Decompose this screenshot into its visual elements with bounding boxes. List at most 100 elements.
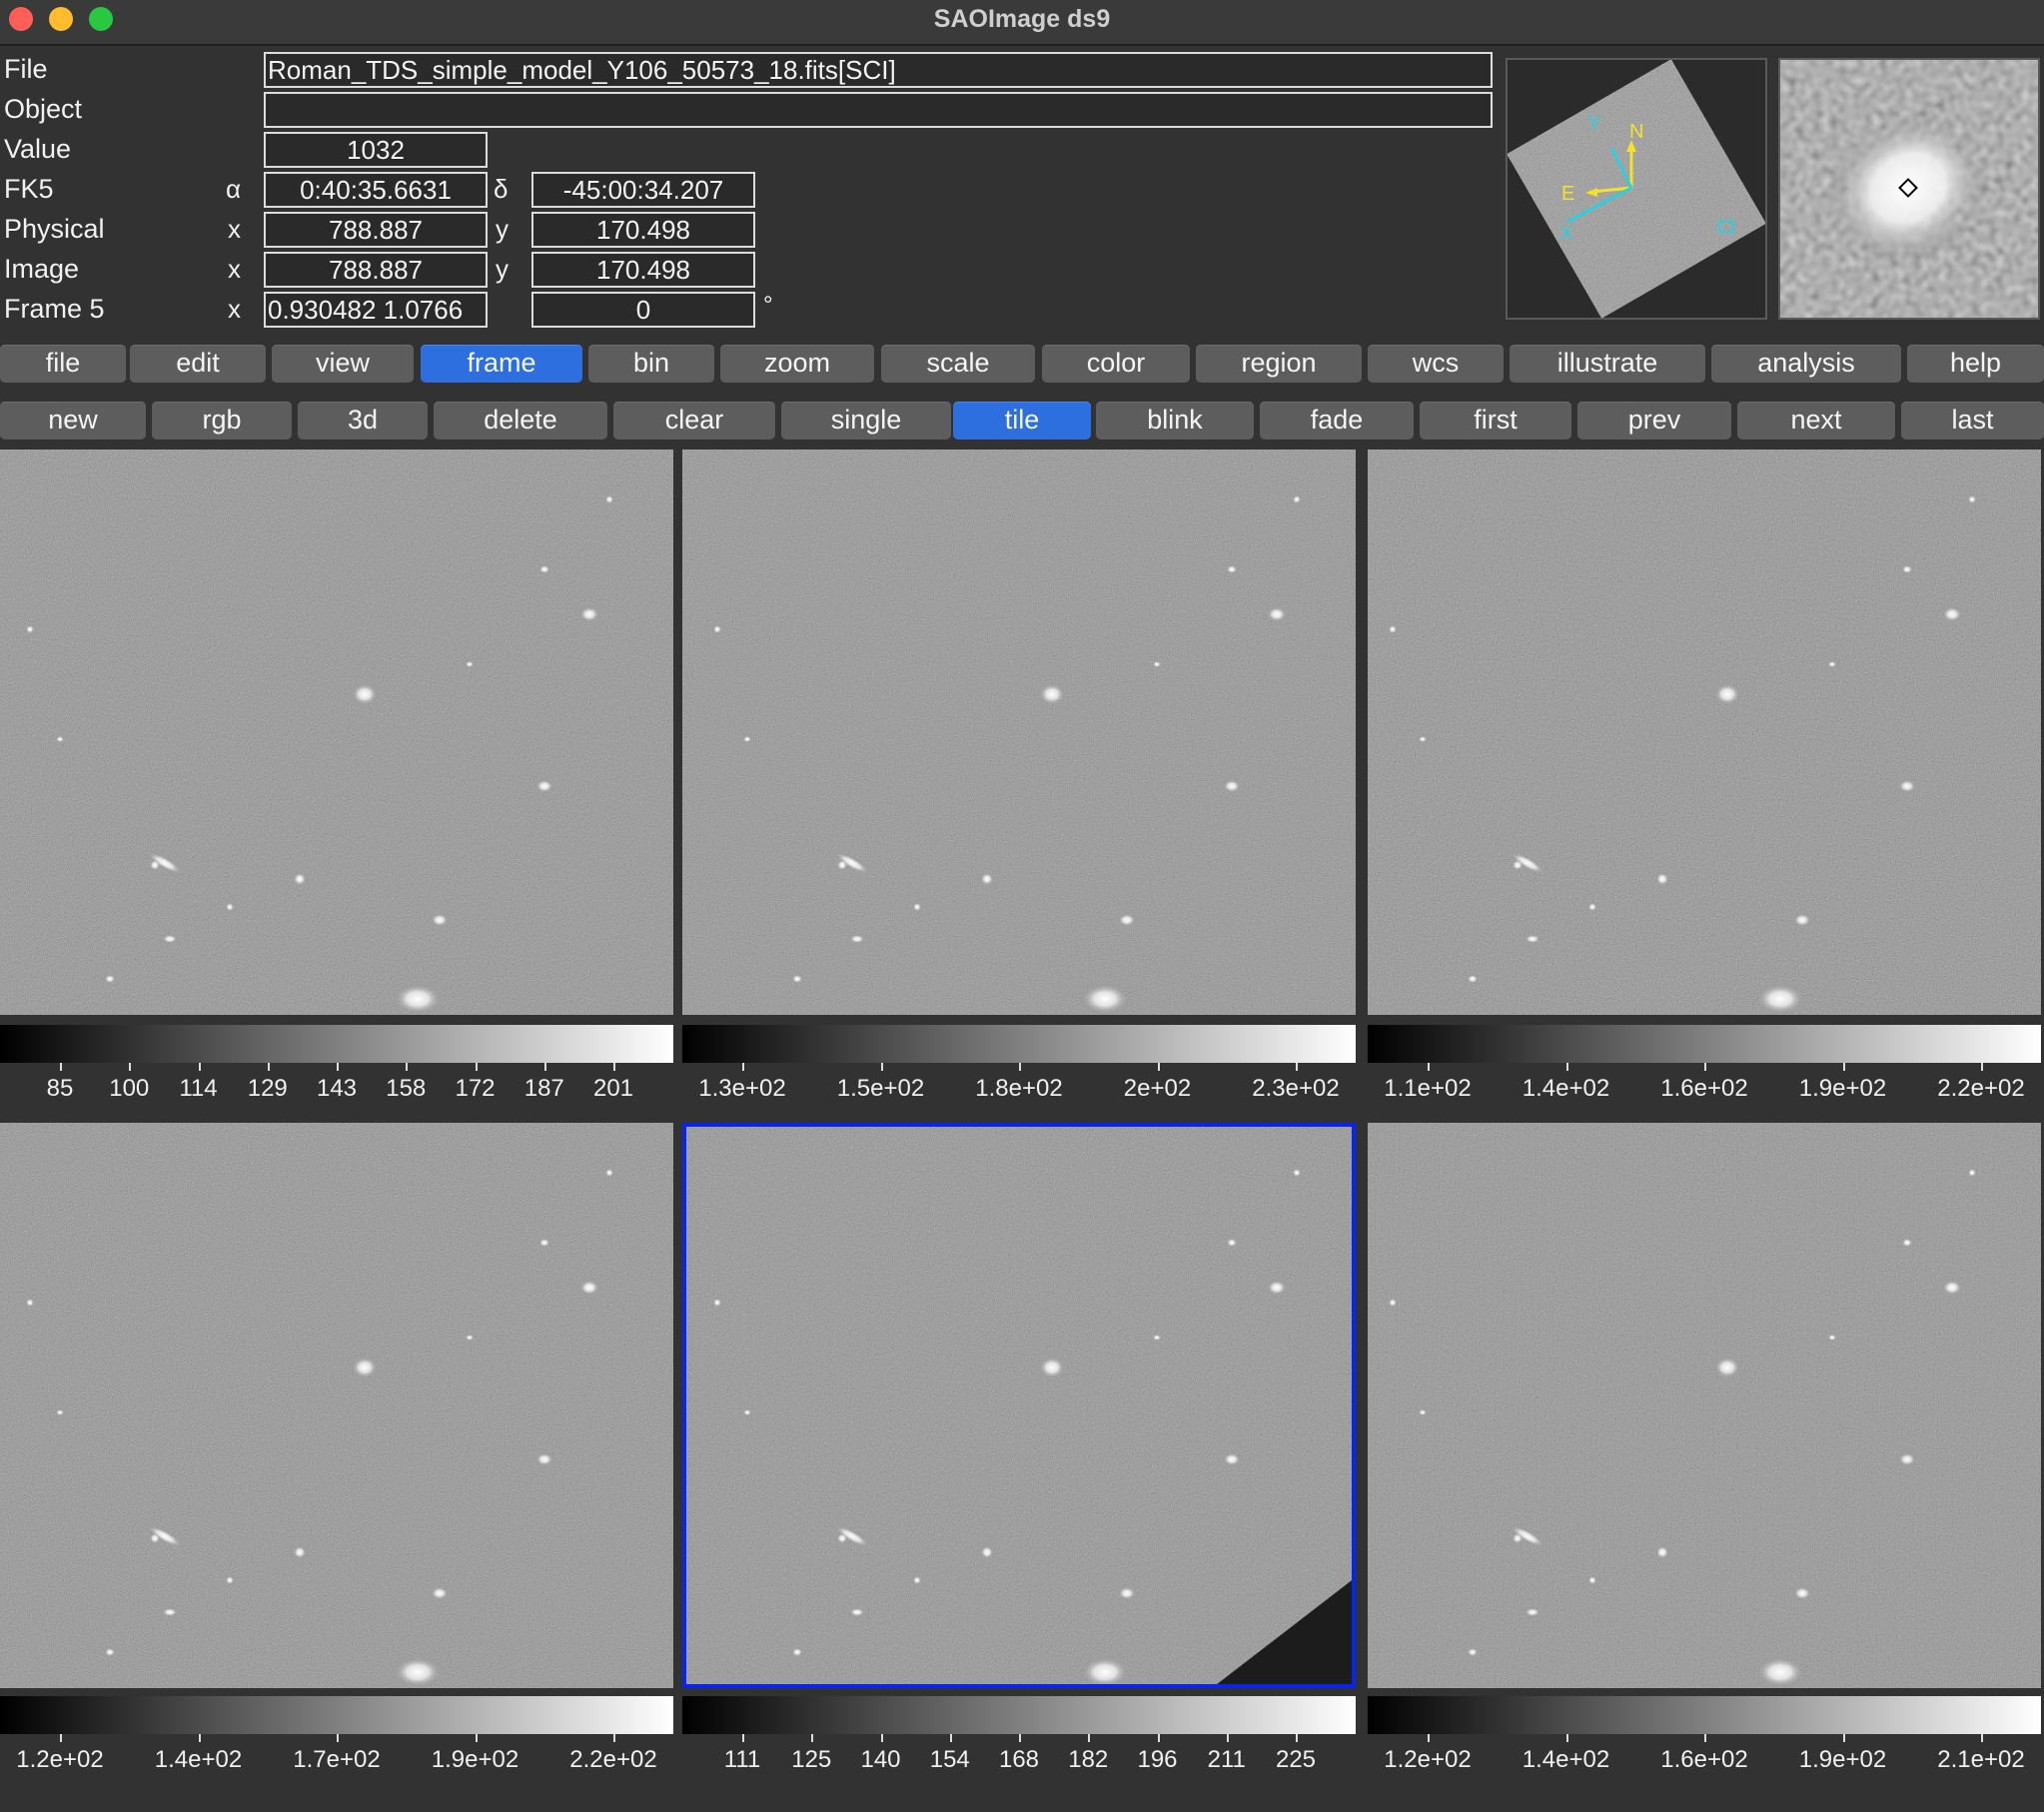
colorbar-tick [1157,1734,1160,1742]
star-source [1513,1533,1523,1543]
menu-file[interactable]: file [0,345,126,383]
menu-zoom[interactable]: zoom [720,345,874,383]
colorbar-tick-label: 158 [386,1075,427,1102]
image-frame-2[interactable] [682,450,1356,1015]
colorbar-tick [1565,1063,1568,1071]
colorbar-tick [267,1063,270,1071]
frame-angle-field[interactable]: 0 [531,292,755,328]
image-frame-4[interactable] [0,1123,673,1688]
frame-fade-button[interactable]: fade [1260,402,1414,440]
star-source [56,1409,64,1415]
colorbar-tick-label: 2.2e+02 [1937,1075,2025,1102]
star-source [1119,1587,1135,1599]
frame-rgb-button[interactable]: rgb [152,402,292,440]
image-x-symbol: x [228,254,241,284]
frame-new-button[interactable]: new [0,402,146,440]
frame-x-symbol: x [228,294,241,324]
file-field[interactable]: Roman_TDS_simple_model_Y106_50573_18.fit… [264,52,1493,88]
colorbar-tick-label: 143 [316,1075,358,1102]
colorbar-tick-label: 129 [247,1075,288,1102]
star-source [536,780,552,792]
colorbar-tick [337,1063,339,1071]
star-source [792,1648,802,1656]
fk5-alpha-field[interactable]: 0:40:35.6631 [264,172,488,208]
physical-y-field[interactable]: 170.498 [531,212,755,248]
star-source [1153,1335,1161,1341]
menu-region[interactable]: region [1196,345,1362,383]
object-field[interactable] [264,92,1493,128]
colorbar-tick-label: 211 [1207,1746,1246,1773]
frame-single-button[interactable]: single [781,402,951,440]
star-source [1968,1169,1976,1177]
colorbar-tick-label: 1.9e+02 [1798,1075,1887,1102]
star-source [56,736,64,742]
frame-last-button[interactable]: last [1901,402,2044,440]
frame-tile-button[interactable]: tile [953,402,1091,440]
star-source [850,1608,864,1616]
image-frame-3[interactable] [1368,450,2041,1015]
star-source [1899,780,1915,792]
star-source [432,1587,448,1599]
colorbar-2[interactable] [682,1025,1356,1063]
star-source [1715,684,1739,704]
frame-zoom-field[interactable]: 0.930482 1.0766 [264,292,488,328]
frame-delete-button[interactable]: delete [434,402,607,440]
colorbar-ticks-5: 111 125 140 154 168 182 196 211 225 [682,1734,1356,1780]
colorbar-1[interactable] [0,1025,673,1063]
degree-symbol: ° [763,292,773,319]
image-x-field[interactable]: 788.887 [264,252,488,288]
star-source [26,1299,34,1307]
frame-clear-button[interactable]: clear [613,402,775,440]
image-frame-1[interactable] [0,450,673,1015]
colorbar-tick [1842,1734,1845,1742]
colorbar-3[interactable] [1368,1025,2041,1063]
menu-scale[interactable]: scale [881,345,1035,383]
physical-x-field[interactable]: 788.887 [264,212,488,248]
colorbar-tick [198,1063,201,1071]
frame-first-button[interactable]: first [1420,402,1571,440]
menu-analysis[interactable]: analysis [1711,345,1901,383]
menu-bin[interactable]: bin [588,345,714,383]
menu-frame[interactable]: frame [421,345,582,383]
colorbar-tick-label: 140 [860,1746,901,1773]
panner[interactable]: N E Y X [1506,58,1767,320]
menu-wcs[interactable]: wcs [1368,345,1504,383]
frame-blink-button[interactable]: blink [1096,402,1254,440]
star-source [1268,1281,1286,1295]
colorbar-tick-label: 1.8e+02 [975,1075,1063,1102]
star-source [1083,985,1127,1013]
value-field[interactable]: 1032 [264,132,488,168]
image-frame-5[interactable] [682,1123,1356,1688]
colorbar-6[interactable] [1368,1696,2041,1734]
magnifier [1778,58,2040,320]
colorbar-tick [60,1063,62,1071]
menu-view[interactable]: view [272,345,414,383]
star-source [1389,1299,1397,1307]
menu-help[interactable]: help [1907,345,2044,383]
colorbar-tick-label: 1.6e+02 [1660,1746,1748,1773]
frame-3d-button[interactable]: 3d [298,402,428,440]
colorbar-tick-label: 1.3e+02 [698,1075,786,1102]
star-source [792,975,802,983]
menu-color[interactable]: color [1042,345,1190,383]
fk5-delta-field[interactable]: -45:00:34.207 [531,172,755,208]
star-source [1943,1281,1961,1295]
colorbar-tick [475,1734,478,1742]
colorbar-tick-label: 201 [592,1075,634,1102]
frame-prev-button[interactable]: prev [1577,402,1731,440]
star-source [396,1658,440,1686]
colorbar-5[interactable] [682,1696,1356,1734]
colorbar-tick-label: 1.7e+02 [293,1746,381,1773]
star-source [1526,1608,1539,1616]
star-source [432,914,448,926]
star-source [1656,873,1668,885]
image-y-field[interactable]: 170.498 [531,252,755,288]
delta-symbol: δ [494,174,509,204]
frame-next-button[interactable]: next [1737,402,1895,440]
menu-illustrate[interactable]: illustrate [1510,345,1705,383]
image-frame-6[interactable] [1368,1123,2041,1688]
star-source [1083,1658,1127,1686]
menu-edit[interactable]: edit [130,345,266,383]
colorbar-4[interactable] [0,1696,673,1734]
star-source [294,1546,306,1558]
